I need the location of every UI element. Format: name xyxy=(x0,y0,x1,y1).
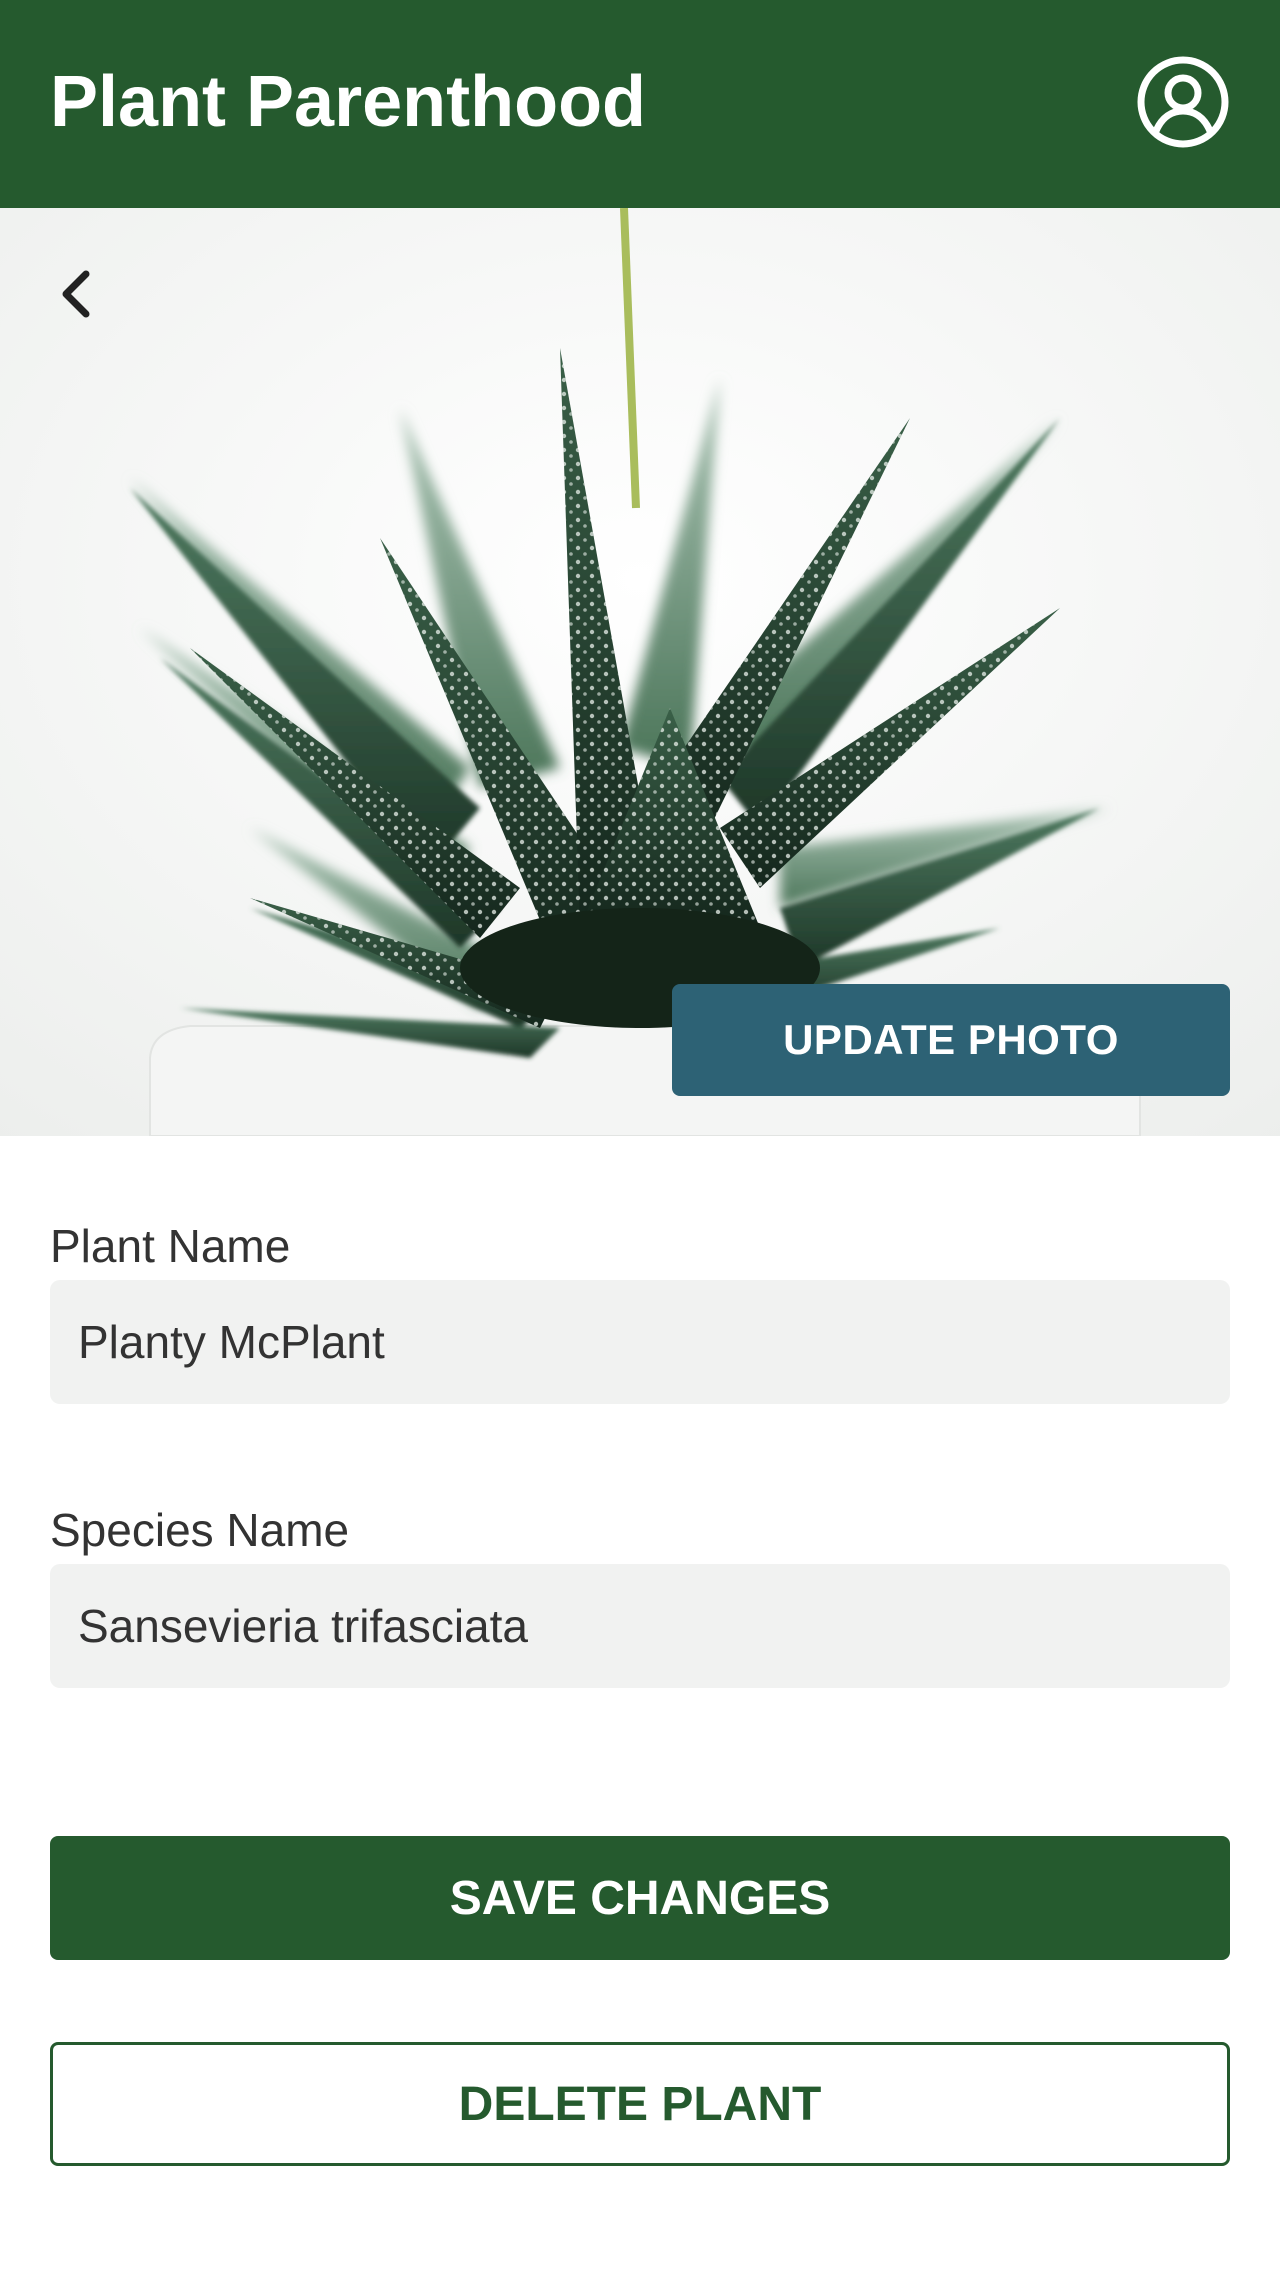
plant-name-input[interactable] xyxy=(50,1280,1230,1404)
save-changes-button[interactable]: SAVE CHANGES xyxy=(50,1836,1230,1960)
profile-button[interactable] xyxy=(1136,55,1230,149)
species-name-input[interactable] xyxy=(50,1564,1230,1688)
species-name-label: Species Name xyxy=(50,1504,350,1556)
plant-name-label: Plant Name xyxy=(50,1220,291,1272)
app-header: Plant Parenthood xyxy=(0,0,1280,208)
delete-plant-button[interactable]: DELETE PLANT xyxy=(50,2042,1230,2166)
app-title: Plant Parenthood xyxy=(50,62,647,142)
back-button[interactable] xyxy=(48,260,108,330)
user-circle-icon xyxy=(1137,56,1229,148)
plant-photo: UPDATE PHOTO xyxy=(0,208,1280,1136)
chevron-left-icon xyxy=(62,270,90,318)
update-photo-button[interactable]: UPDATE PHOTO xyxy=(672,984,1230,1096)
